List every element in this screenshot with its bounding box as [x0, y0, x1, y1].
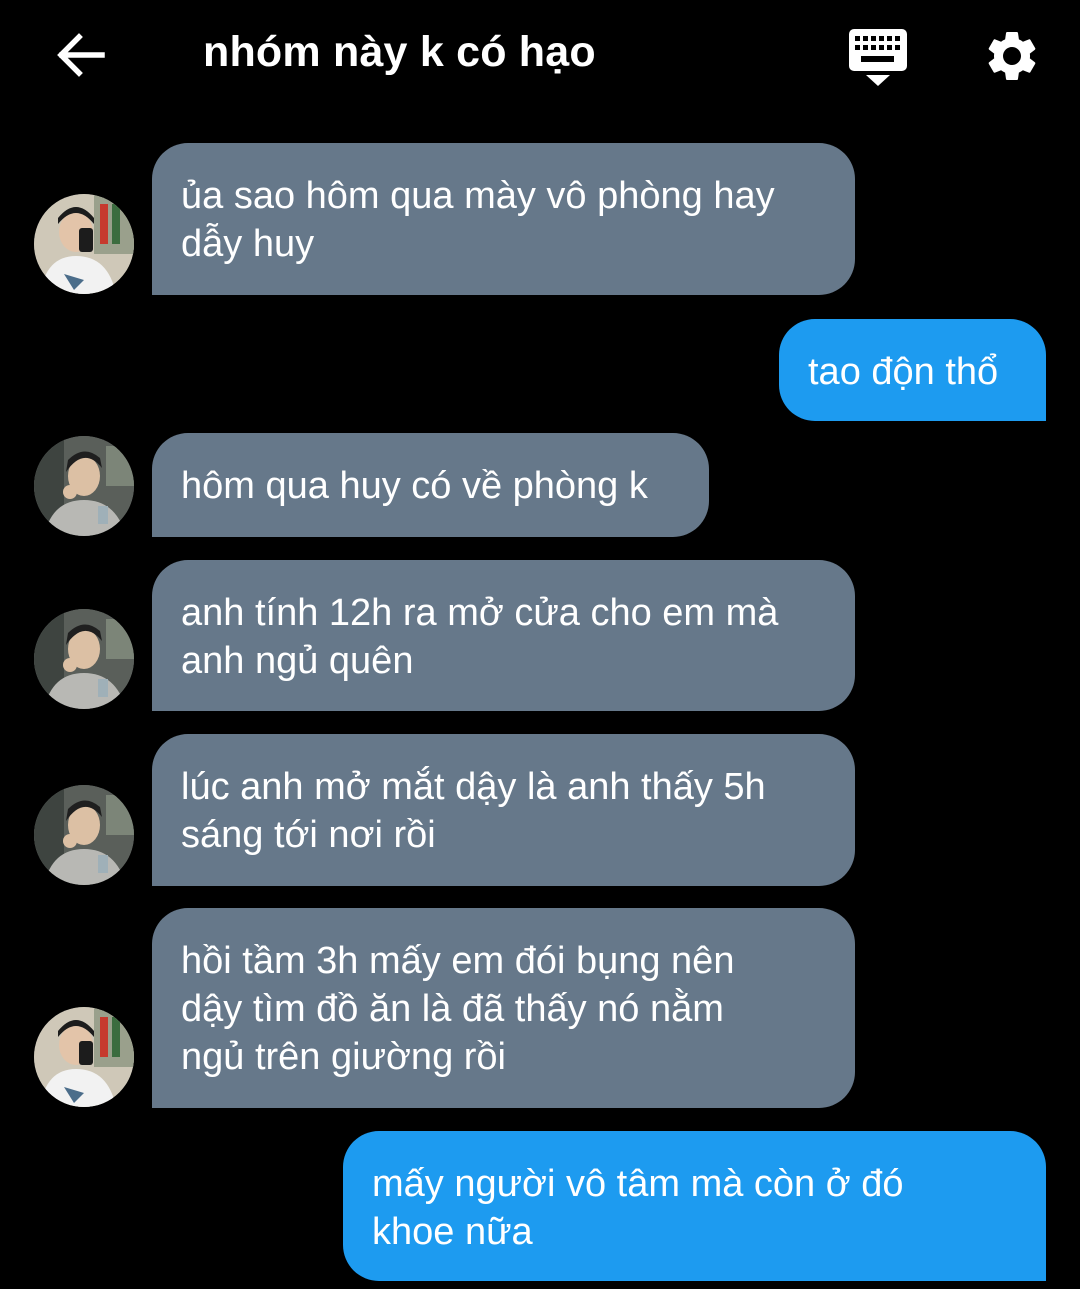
message-text: hồi tầm 3h mấy em đói bụng nên [181, 940, 735, 982]
message-text: lúc anh mở mắt dậy là anh thấy 5h [181, 766, 766, 808]
message-text: ngủ trên giường rồi [181, 1036, 506, 1078]
message-text: dẫy huy [181, 223, 315, 265]
avatar[interactable] [34, 1007, 134, 1107]
message-text: sáng tới nơi rồi [181, 814, 436, 856]
arrow-left-icon [57, 33, 105, 77]
message-bubble[interactable]: hồi tầm 3h mấy em đói bụng nên dậy tìm đ… [152, 908, 855, 1108]
message-text: anh ngủ quên [181, 640, 414, 682]
message-bubble[interactable]: ủa sao hôm qua mày vô phòng hay dẫy huy [152, 143, 855, 295]
person-avatar-icon [34, 194, 134, 294]
message-bubble[interactable]: hôm qua huy có về phòng k [152, 433, 709, 537]
person-avatar-icon [34, 609, 134, 709]
keyboard-button[interactable] [846, 26, 910, 88]
avatar[interactable] [34, 194, 134, 294]
avatar[interactable] [34, 436, 134, 536]
chat-header: nhóm này k có hạo [0, 0, 1080, 110]
message-text: tao độn thổ [808, 351, 999, 393]
person-avatar-icon [34, 785, 134, 885]
gear-icon [988, 32, 1036, 80]
person-avatar-icon [34, 1007, 134, 1107]
message-bubble[interactable]: mấy người vô tâm mà còn ở đó khoe nữa [343, 1131, 1046, 1281]
back-button[interactable] [50, 25, 110, 85]
avatar[interactable] [34, 785, 134, 885]
message-bubble[interactable]: lúc anh mở mắt dậy là anh thấy 5h sáng t… [152, 734, 855, 886]
message-text: mấy người vô tâm mà còn ở đó [372, 1163, 904, 1205]
message-bubble[interactable]: anh tính 12h ra mở cửa cho em mà anh ngủ… [152, 560, 855, 711]
message-text: dậy tìm đồ ăn là đã thấy nó nằm [181, 988, 724, 1030]
chat-title: nhóm này k có hạo [203, 28, 596, 76]
message-text: khoe nữa [372, 1211, 533, 1253]
settings-button[interactable] [982, 26, 1042, 86]
message-text: ủa sao hôm qua mày vô phòng hay [181, 175, 775, 217]
message-text: hôm qua huy có về phòng k [181, 465, 648, 507]
keyboard-icon [849, 29, 907, 86]
person-avatar-icon [34, 436, 134, 536]
message-bubble[interactable]: tao độn thổ [779, 319, 1046, 421]
message-text: anh tính 12h ra mở cửa cho em mà [181, 592, 779, 634]
avatar[interactable] [34, 609, 134, 709]
